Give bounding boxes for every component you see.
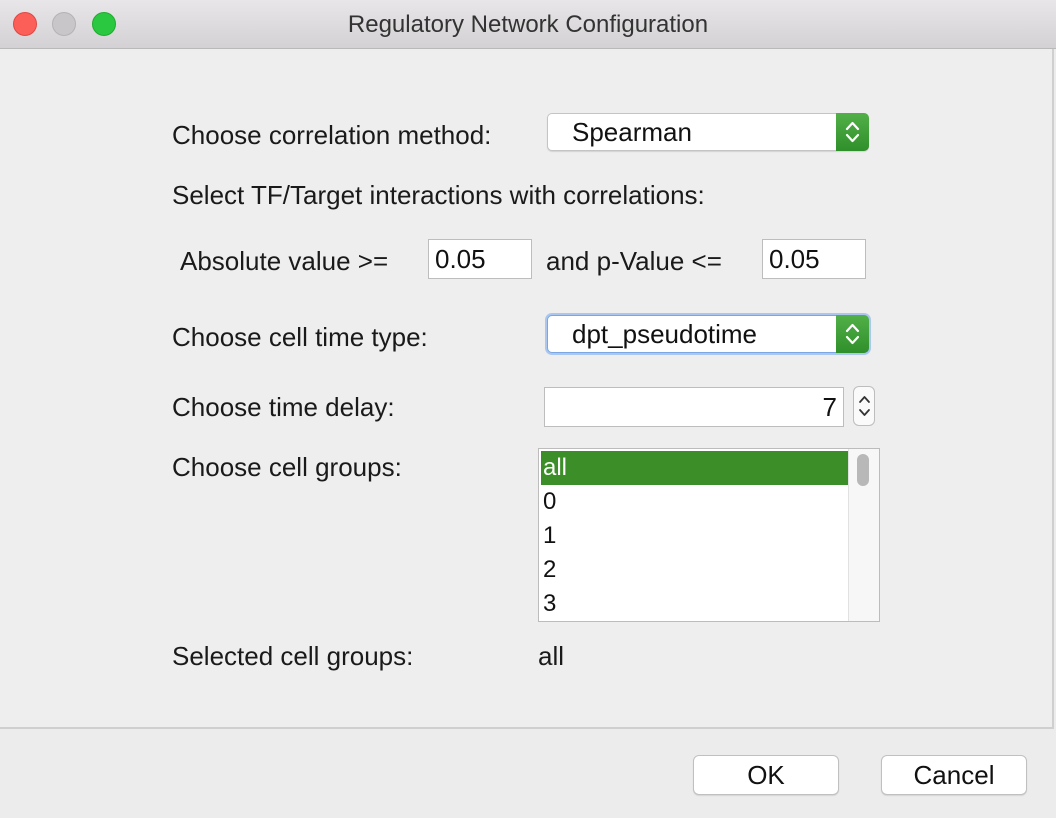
correlation-method-label: Choose correlation method: [172, 120, 492, 150]
time-delay-label: Choose time delay: [172, 392, 395, 422]
list-item[interactable]: 0 [541, 485, 851, 519]
time-delay-input[interactable]: 7 [544, 387, 844, 427]
cell-time-type-label: Choose cell time type: [172, 322, 428, 352]
dropdown-arrows-icon[interactable] [836, 113, 869, 151]
list-item[interactable]: 3 [541, 587, 851, 621]
title-bar[interactable]: Regulatory Network Configuration [0, 0, 1056, 49]
dialog-window: Regulatory Network Configuration Choose … [0, 0, 1056, 818]
pvalue-input[interactable]: 0.05 [762, 239, 866, 279]
correlation-method-value: Spearman [572, 117, 692, 147]
list-item[interactable]: 2 [541, 553, 851, 587]
selected-cell-groups-label: Selected cell groups: [172, 641, 414, 671]
select-interactions-label: Select TF/Target interactions with corre… [172, 180, 705, 210]
scrollbar-thumb[interactable] [857, 454, 869, 486]
time-delay-stepper[interactable] [853, 386, 875, 426]
stepper-arrows-icon [859, 396, 870, 416]
dialog-content: Choose correlation method: Spearman Sele… [0, 49, 1054, 729]
cancel-button[interactable]: Cancel [881, 755, 1027, 795]
correlation-method-dropdown[interactable]: Spearman [547, 113, 869, 151]
list-item[interactable]: 1 [541, 519, 851, 553]
ok-button[interactable]: OK [693, 755, 839, 795]
pvalue-label: and p-Value <= [546, 246, 722, 276]
cell-time-type-value: dpt_pseudotime [572, 319, 758, 349]
window-title: Regulatory Network Configuration [347, 11, 709, 38]
cell-groups-list[interactable]: all 0 1 2 3 [538, 448, 880, 622]
list-item[interactable]: all [541, 451, 851, 485]
dropdown-arrows-icon[interactable] [836, 315, 869, 353]
list-scrollbar[interactable] [848, 449, 879, 621]
selected-cell-groups-value: all [538, 641, 565, 671]
absolute-value-label: Absolute value >= [180, 246, 389, 276]
absolute-value-input[interactable]: 0.05 [428, 239, 532, 279]
cell-time-type-dropdown[interactable]: dpt_pseudotime [547, 315, 869, 353]
cell-groups-label: Choose cell groups: [172, 452, 402, 482]
